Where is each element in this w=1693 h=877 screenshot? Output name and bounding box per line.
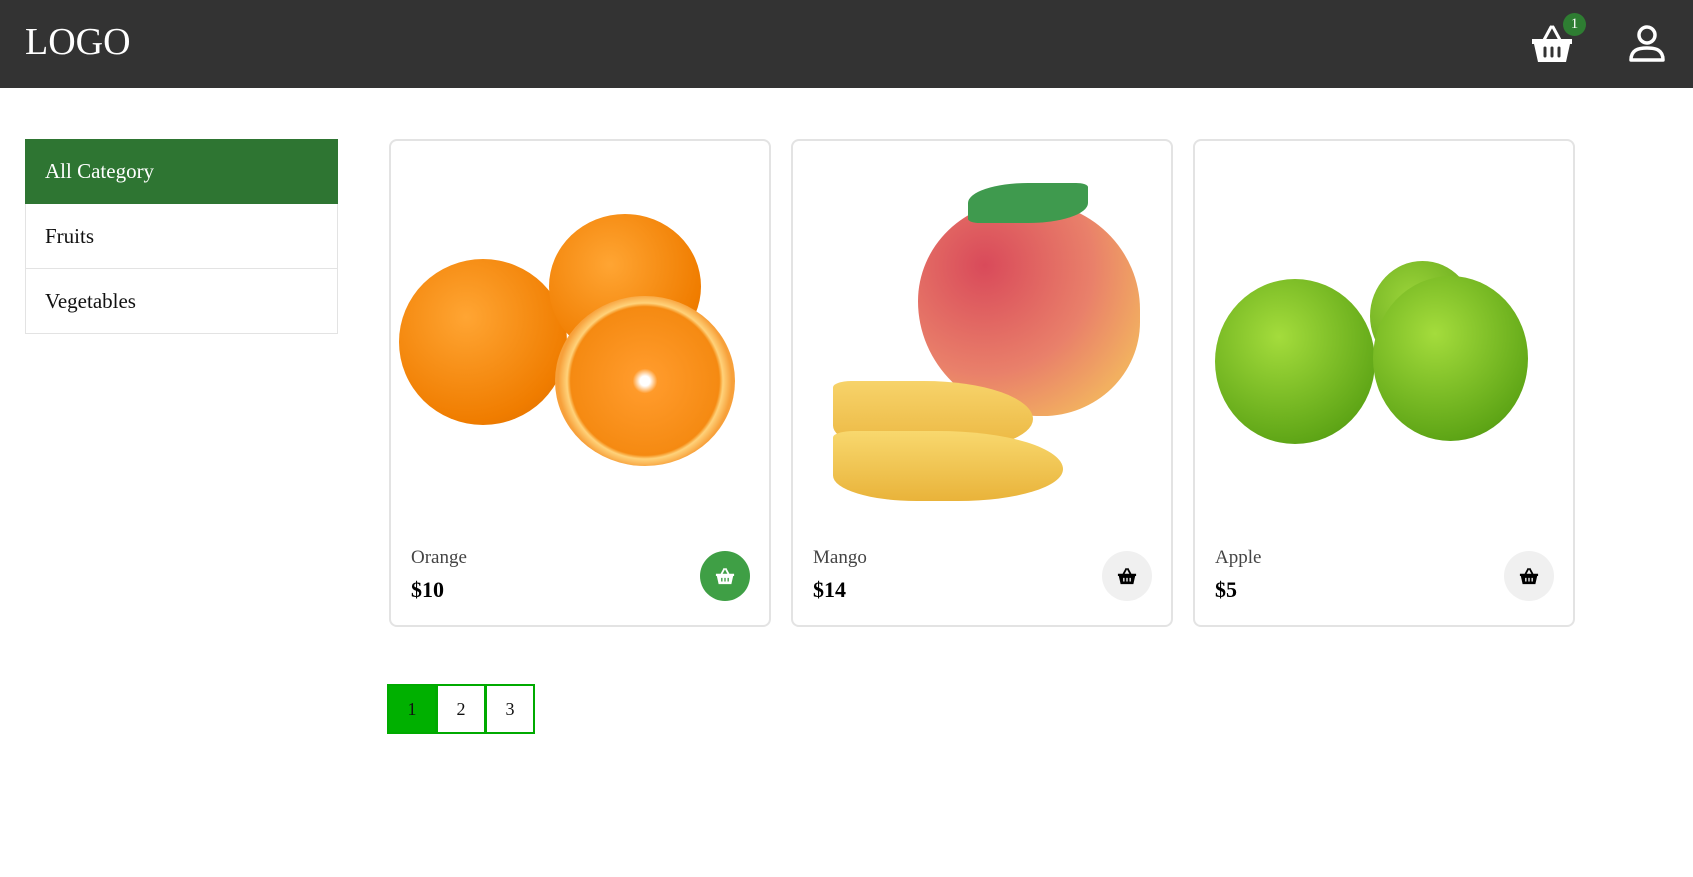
basket-icon — [1117, 567, 1137, 585]
top-navbar: LOGO 1 — [0, 0, 1693, 88]
category-vegetables[interactable]: Vegetables — [25, 269, 338, 334]
category-all[interactable]: All Category — [25, 139, 338, 204]
product-name: Orange — [411, 547, 467, 568]
product-card: Mango $14 — [791, 139, 1173, 627]
page-3-button[interactable]: 3 — [485, 684, 535, 734]
product-card: Apple $5 — [1193, 139, 1575, 627]
user-icon[interactable] — [1628, 24, 1666, 64]
product-price: $14 — [813, 577, 846, 602]
product-card: Orange $10 — [389, 139, 771, 627]
add-to-cart-button[interactable] — [1504, 551, 1554, 601]
add-to-cart-button[interactable] — [1102, 551, 1152, 601]
basket-icon — [715, 567, 735, 585]
page-1-button[interactable]: 1 — [387, 684, 437, 734]
product-image-mango — [793, 141, 1171, 521]
product-image-apple — [1195, 141, 1573, 521]
add-to-cart-button[interactable] — [700, 551, 750, 601]
product-name: Mango — [813, 547, 867, 568]
page-2-button[interactable]: 2 — [436, 684, 486, 734]
pagination: 1 2 3 — [387, 684, 535, 734]
product-price: $10 — [411, 577, 444, 602]
category-fruits[interactable]: Fruits — [25, 204, 338, 269]
product-price: $5 — [1215, 577, 1237, 602]
product-name: Apple — [1215, 547, 1262, 568]
cart-count-badge: 1 — [1563, 13, 1586, 36]
basket-icon — [1519, 567, 1539, 585]
category-sidebar: All Category Fruits Vegetables — [25, 139, 338, 334]
product-image-orange — [391, 141, 769, 521]
logo[interactable]: LOGO — [25, 20, 131, 64]
